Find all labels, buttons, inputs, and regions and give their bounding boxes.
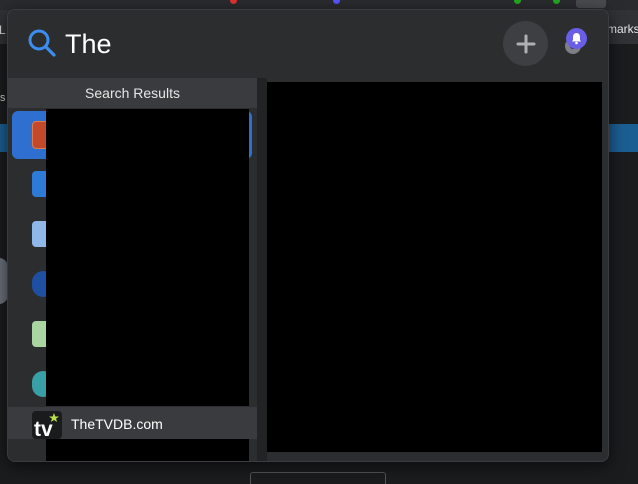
bookmarks-bar-item[interactable]: L xyxy=(0,23,6,37)
tvdb-icon: tv xyxy=(32,411,62,441)
tab-favicon xyxy=(230,0,237,4)
launcher-panel: Search Results tv TheTVDB.com xyxy=(7,9,609,462)
preview-pane xyxy=(267,82,602,452)
tab-favicon xyxy=(333,0,340,4)
search-icon xyxy=(27,28,57,58)
bell-icon xyxy=(572,33,581,45)
tab-favicon xyxy=(553,0,560,4)
redacted-results xyxy=(46,439,249,461)
search-input[interactable] xyxy=(65,24,485,64)
result-label-thetvdb: TheTVDB.com xyxy=(71,416,163,432)
browser-tab[interactable] xyxy=(576,0,606,8)
bookmarks-label[interactable]: marks xyxy=(607,22,638,36)
search-bar xyxy=(8,10,608,79)
background-page-text: s xyxy=(0,92,6,104)
notification-badge[interactable] xyxy=(566,28,587,49)
search-results-pane: Search Results tv TheTVDB.com xyxy=(8,78,257,461)
plus-icon xyxy=(516,34,535,53)
pane-divider[interactable] xyxy=(257,78,267,461)
svg-text:tv: tv xyxy=(34,418,53,439)
background-page-element xyxy=(250,472,386,484)
tab-favicon xyxy=(514,0,521,4)
search-results-header: Search Results xyxy=(8,78,257,108)
result-row-thetvdb[interactable]: tv TheTVDB.com xyxy=(8,407,257,441)
add-button[interactable] xyxy=(503,21,548,66)
redacted-results xyxy=(46,109,249,406)
